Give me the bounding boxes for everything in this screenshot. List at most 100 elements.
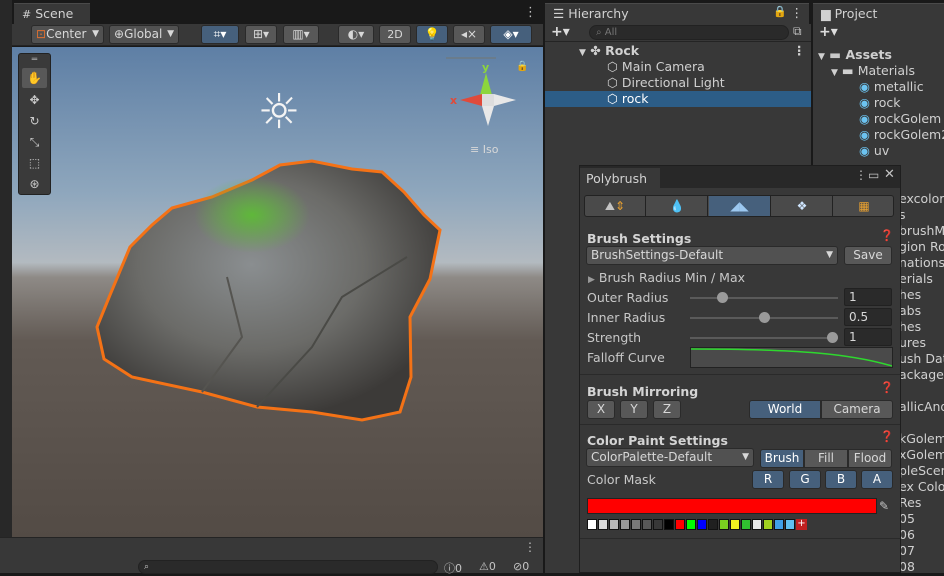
neg-y-cone[interactable] (482, 106, 494, 126)
grid-dropdown[interactable]: ▥▾ (283, 25, 319, 44)
paint-color-mode-icon[interactable]: ◢◣ (709, 196, 771, 216)
color-swatch[interactable] (664, 519, 674, 530)
inner-radius-slider[interactable] (690, 312, 838, 323)
project-item[interactable]: excolor (899, 191, 944, 207)
kebab-menu-icon[interactable]: ⋮ (793, 43, 806, 59)
hierarchy-item-rock[interactable]: ⬡ rock (607, 91, 649, 107)
paint-fill-button[interactable]: Fill (804, 449, 848, 468)
project-item[interactable]: Res (899, 495, 921, 511)
color-swatch[interactable] (730, 519, 740, 530)
mask-r-toggle[interactable]: R (752, 470, 784, 489)
help-icon[interactable]: ❓ (880, 229, 894, 242)
project-materials-folder[interactable]: ▼ ▬ Materials (831, 63, 915, 79)
paint-texture-mode-icon[interactable]: ▦ (834, 196, 894, 216)
mirror-x-toggle[interactable]: X (587, 400, 615, 419)
hierarchy-search-input[interactable]: ⌕ All (589, 25, 789, 40)
color-swatch[interactable] (587, 519, 597, 530)
tab-hierarchy[interactable]: ☰ Hierarchy 🔒 ⋮ (545, 3, 809, 24)
kebab-menu-icon[interactable]: ⋮ (791, 5, 804, 20)
project-item[interactable]: ex Color (899, 479, 944, 495)
outer-radius-field[interactable]: 1 (844, 288, 892, 306)
scatter-prefab-mode-icon[interactable]: ❖ (772, 196, 833, 216)
color-swatch[interactable] (598, 519, 608, 530)
kebab-menu-icon[interactable]: ⋮ (524, 5, 537, 20)
gizmo-center[interactable] (482, 94, 494, 106)
project-item[interactable]: ◉ rock (859, 95, 901, 111)
project-item[interactable]: abs (899, 303, 921, 319)
smooth-mode-icon[interactable]: 💧 (647, 196, 708, 216)
project-item[interactable]: ◉ rockGolem2 (859, 127, 944, 143)
eyedropper-icon[interactable]: ✎ (879, 499, 889, 513)
project-item[interactable]: xGolem2 (899, 447, 944, 463)
project-item[interactable]: ◉ rockGolem (859, 111, 941, 127)
lock-icon[interactable]: 🔒 (516, 61, 528, 72)
color-swatch[interactable] (774, 519, 784, 530)
project-item[interactable]: 06 (899, 527, 915, 543)
project-item[interactable]: 05 (899, 511, 915, 527)
console-error-count[interactable]: ⊘0 (513, 560, 529, 573)
project-item[interactable]: brushMc (899, 223, 944, 239)
lock-icon[interactable]: 🔒 (773, 5, 787, 18)
color-swatch[interactable] (697, 519, 707, 530)
lighting-toggle[interactable]: 💡 (416, 25, 448, 44)
maximize-icon[interactable]: ▭ (868, 168, 879, 182)
move-snap-toggle[interactable]: ⌗▾ (201, 25, 239, 44)
project-assets-folder[interactable]: ▼ ▬ Assets (818, 47, 892, 63)
neg-x-cone[interactable] (494, 94, 516, 106)
project-item[interactable]: pleScen (899, 463, 944, 479)
project-item[interactable]: ◉ metallic (859, 79, 924, 95)
filter-icon[interactable]: ⧉ (793, 24, 802, 39)
x-axis-cone[interactable] (460, 94, 482, 106)
add-swatch-icon[interactable]: + (796, 519, 807, 530)
console-menu-icon[interactable]: ⋮ (524, 540, 536, 554)
iso-label[interactable]: ≡ Iso (470, 143, 498, 156)
space-dropdown[interactable]: ⊕Global ▼ (109, 25, 179, 44)
scene-viewport[interactable]: ☼ ═ ✋ ✥ ↻ ⤡ ⬚ ⊛ 🔒 y x ≡ Iso (12, 47, 543, 537)
paint-brush-button[interactable]: Brush (760, 449, 804, 468)
strength-field[interactable]: 1 (844, 328, 892, 346)
kebab-menu-icon[interactable]: ⋮ (855, 168, 867, 182)
tab-scene[interactable]: # Scene (14, 3, 90, 24)
drag-handle-icon[interactable]: ═ (19, 56, 50, 65)
hierarchy-item-rock-root[interactable]: ▼ ✤ Rock ⋮ (579, 43, 806, 59)
color-swatch[interactable] (675, 519, 685, 530)
hierarchy-item-main-camera[interactable]: ⬡ Main Camera (607, 59, 705, 75)
project-item[interactable]: erials (899, 271, 933, 287)
color-swatch[interactable] (785, 519, 795, 530)
help-icon[interactable]: ❓ (880, 381, 894, 394)
mask-b-toggle[interactable]: B (825, 470, 857, 489)
project-item[interactable]: ◉ uv (859, 143, 889, 159)
add-dropdown[interactable]: +▾ (551, 24, 570, 40)
hierarchy-item-directional-light[interactable]: ⬡ Directional Light (607, 75, 725, 91)
project-item[interactable]: gion Ro (899, 239, 944, 255)
falloff-curve-field[interactable] (690, 347, 893, 368)
color-swatch[interactable] (763, 519, 773, 530)
scale-tool-icon[interactable]: ⤡ (22, 132, 47, 152)
current-color-field[interactable] (587, 498, 877, 514)
console-warn-count[interactable]: ⚠0 (479, 560, 496, 573)
y-axis-cone[interactable] (480, 73, 492, 95)
radius-minmax-foldout[interactable]: ▶ Brush Radius Min / Max (588, 270, 745, 285)
color-swatch[interactable] (719, 519, 729, 530)
hand-tool-icon[interactable]: ✋ (22, 68, 47, 88)
close-icon[interactable]: ✕ (884, 167, 895, 182)
save-button[interactable]: Save (844, 246, 892, 265)
paint-flood-button[interactable]: Flood (848, 449, 892, 468)
project-item[interactable]: nations (899, 255, 944, 271)
transform-tool-icon[interactable]: ⊛ (22, 174, 47, 194)
sculpt-mode-icon[interactable]: ⛰⇕ (585, 196, 646, 216)
color-swatch[interactable] (708, 519, 718, 530)
color-swatch[interactable] (752, 519, 762, 530)
color-palette-dropdown[interactable]: ColorPalette-Default ▼ (586, 448, 754, 467)
project-item[interactable]: ush Data (899, 351, 944, 367)
slider-thumb[interactable] (758, 312, 770, 323)
mirror-y-toggle[interactable]: Y (620, 400, 648, 419)
color-swatch[interactable] (741, 519, 751, 530)
strength-slider[interactable] (690, 332, 838, 343)
slider-thumb[interactable] (827, 332, 838, 343)
inner-radius-field[interactable]: 0.5 (844, 308, 892, 326)
effects-dropdown[interactable]: ◈▾ (490, 25, 532, 44)
color-swatch[interactable] (642, 519, 652, 530)
tab-polybrush[interactable]: Polybrush (580, 168, 660, 188)
project-item[interactable]: ackage (899, 367, 944, 383)
